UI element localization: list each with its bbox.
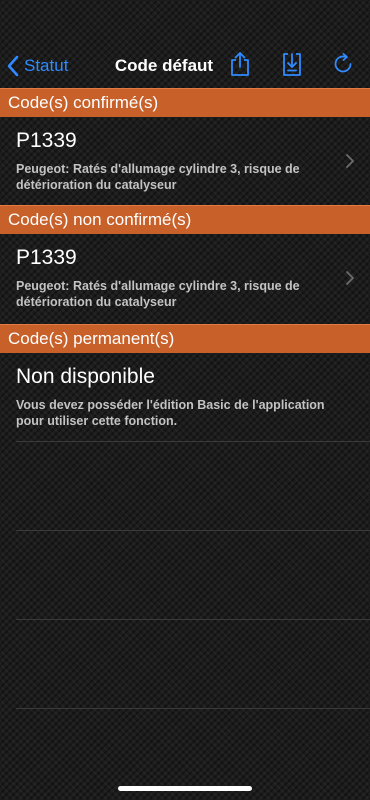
- row-separator: [16, 708, 370, 709]
- share-icon: [229, 51, 251, 82]
- page-title: Code défaut: [114, 56, 214, 75]
- section-header-unconfirmed: Code(s) non confirmé(s): [0, 205, 370, 234]
- back-button-label: Statut: [24, 56, 69, 75]
- row-separator: [16, 530, 370, 531]
- row-separator: [16, 441, 370, 442]
- section-header-permanent: Code(s) permanent(s): [0, 324, 370, 353]
- fault-code: P1339: [16, 129, 77, 152]
- download-button[interactable]: [277, 51, 307, 81]
- chevron-left-icon: [6, 55, 20, 77]
- back-button[interactable]: Statut: [6, 52, 68, 80]
- navigation-bar: Statut Code défaut: [0, 44, 370, 88]
- chevron-right-icon: [346, 154, 354, 173]
- unavailable-message: Vous devez posséder l'édition Basic de l…: [16, 398, 325, 428]
- unavailable-title: Non disponible: [16, 365, 155, 388]
- refresh-button[interactable]: [328, 51, 358, 81]
- chevron-right-icon: [346, 271, 354, 290]
- list-item[interactable]: P1339 Peugeot: Ratés d'allumage cylindre…: [0, 117, 370, 205]
- share-button[interactable]: [225, 51, 255, 81]
- status-bar: [0, 0, 370, 44]
- download-icon: [281, 51, 303, 82]
- section-header-confirmed: Code(s) confirmé(s): [0, 88, 370, 117]
- fault-code: P1339: [16, 246, 77, 269]
- fault-description: Peugeot: Ratés d'allumage cylindre 3, ri…: [16, 279, 300, 309]
- refresh-icon: [331, 52, 355, 81]
- list-item: Non disponible Vous devez posséder l'édi…: [0, 353, 370, 441]
- home-indicator: [118, 786, 252, 791]
- row-separator: [16, 619, 370, 620]
- fault-description: Peugeot: Ratés d'allumage cylindre 3, ri…: [16, 162, 300, 192]
- list-item[interactable]: P1339 Peugeot: Ratés d'allumage cylindre…: [0, 234, 370, 322]
